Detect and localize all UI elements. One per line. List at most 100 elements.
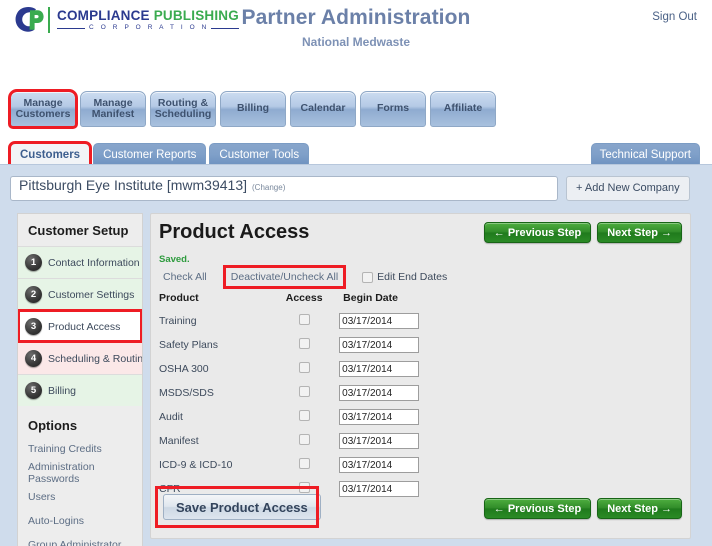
step-label: Scheduling & Routing	[48, 352, 143, 365]
sidebar-option-auto-logins[interactable]: Auto-Logins	[18, 509, 142, 533]
cell-begin-date	[339, 453, 459, 477]
next-step-button-top[interactable]: Next Step →	[597, 222, 682, 243]
cell-begin-date	[339, 309, 459, 333]
save-product-access-button[interactable]: Save Product Access	[163, 494, 321, 520]
column-header-product: Product	[159, 292, 199, 304]
access-checkbox[interactable]	[298, 386, 310, 397]
check-all-link[interactable]: Check All	[159, 269, 211, 285]
cell-begin-date	[339, 357, 459, 381]
table-row: Audit	[159, 405, 459, 429]
cell-product-name: Audit	[159, 411, 183, 423]
table-row: OSHA 300	[159, 357, 459, 381]
access-checkbox[interactable]	[298, 458, 310, 469]
page-subtitle: National Medwaste	[301, 35, 411, 49]
step-number-badge: 1	[25, 254, 42, 271]
sidebar-option-users[interactable]: Users	[18, 485, 142, 509]
cell-product-name: MSDS/SDS	[159, 387, 214, 399]
begin-date-input[interactable]	[339, 433, 420, 449]
edit-end-dates-checkbox[interactable]	[362, 271, 374, 283]
step-nav-top: ← Previous Step Next Step →	[483, 222, 682, 243]
sidebar-step-customer-settings[interactable]: 2 Customer Settings	[18, 278, 142, 310]
add-new-company-button[interactable]: + Add New Company	[566, 175, 690, 201]
step-number-badge: 4	[25, 350, 42, 367]
cell-product-name: ICD-9 & ICD-10	[159, 459, 233, 471]
access-checkbox[interactable]	[298, 434, 310, 445]
begin-date-input[interactable]	[339, 337, 420, 353]
cell-access	[269, 357, 339, 381]
begin-date-input[interactable]	[339, 385, 420, 401]
sidebar-options-title: Options	[28, 418, 78, 433]
cell-access	[269, 333, 339, 357]
bulk-action-row: Check All Deactivate/Uncheck All Edit En…	[159, 265, 447, 289]
main-tab-manage-customers[interactable]: Manage Customers	[8, 89, 78, 129]
main-tab-calendar[interactable]: Calendar	[290, 91, 356, 127]
main-tab-label: Manage Customers	[15, 96, 71, 120]
access-checkbox[interactable]	[298, 314, 310, 325]
table-row: MSDS/SDS	[159, 381, 459, 405]
main-tab-billing[interactable]: Billing	[220, 91, 286, 127]
access-checkbox[interactable]	[298, 410, 310, 421]
begin-date-input[interactable]	[339, 313, 420, 329]
main-tab-label: Billing	[236, 102, 270, 115]
access-checkbox[interactable]	[298, 482, 310, 493]
deactivate-uncheck-all-link[interactable]: Deactivate/Uncheck All	[222, 265, 347, 289]
main-tab-forms[interactable]: Forms	[360, 91, 426, 127]
main-tab-affiliate[interactable]: Affiliate	[430, 91, 496, 127]
sidebar-step-product-access[interactable]: 3 Product Access	[18, 309, 142, 343]
product-access-panel: Product Access ← Previous Step Next Step…	[150, 213, 691, 539]
begin-date-input[interactable]	[339, 481, 420, 497]
sub-tab-bar: Customers Customer Reports Customer Tools	[7, 141, 310, 167]
company-bar: Pittsburgh Eye Institute [mwm39413] (Cha…	[10, 173, 702, 203]
main-tab-label: Calendar	[300, 102, 346, 115]
previous-step-button-top[interactable]: ← Previous Step	[483, 222, 592, 243]
step-number-badge: 2	[25, 286, 42, 303]
previous-step-button-bottom[interactable]: ← Previous Step	[483, 498, 592, 519]
cell-access	[269, 453, 339, 477]
cell-access	[269, 429, 339, 453]
main-tab-routing-scheduling[interactable]: Routing & Scheduling	[150, 91, 216, 127]
company-change-link[interactable]: (Change)	[252, 183, 285, 192]
column-header-access: Access	[285, 292, 323, 304]
sidebar-options-list: Training Credits Administration Passwords…	[18, 437, 142, 546]
sidebar-step-contact-information[interactable]: 1 Contact Information	[18, 246, 142, 278]
save-status-message: Saved.	[159, 254, 190, 265]
sub-tab-customer-reports[interactable]: Customer Reports	[93, 143, 207, 165]
next-step-button-bottom[interactable]: Next Step →	[597, 498, 682, 519]
table-head: Product Access Begin Date	[159, 292, 459, 309]
table-row: Training	[159, 309, 459, 333]
edit-end-dates-label: Edit End Dates	[377, 271, 448, 283]
access-checkbox[interactable]	[298, 338, 310, 349]
sign-out-link[interactable]: Sign Out	[652, 11, 697, 23]
step-label: Product Access	[48, 320, 121, 333]
main-tab-manage-manifest[interactable]: Manage Manifest	[80, 91, 146, 127]
cell-begin-date	[339, 477, 459, 501]
cell-product-name: Safety Plans	[159, 339, 218, 351]
sidebar-setup-title: Customer Setup	[28, 223, 129, 238]
cell-product-name: OSHA 300	[159, 363, 209, 375]
tab-technical-support[interactable]: Technical Support	[590, 143, 700, 165]
sidebar-option-training-credits[interactable]: Training Credits	[18, 437, 142, 461]
sub-tab-label: Customer Tools	[219, 148, 300, 161]
cell-begin-date	[339, 405, 459, 429]
sub-tab-label: Customer Reports	[103, 148, 197, 161]
cell-begin-date	[339, 429, 459, 453]
begin-date-input[interactable]	[339, 409, 420, 425]
sub-tab-customer-tools[interactable]: Customer Tools	[209, 143, 310, 165]
access-checkbox[interactable]	[298, 362, 310, 373]
begin-date-input[interactable]	[339, 457, 420, 473]
table-header-row: Product Access Begin Date	[159, 292, 459, 309]
company-select-field[interactable]: Pittsburgh Eye Institute [mwm39413] (Cha…	[10, 175, 558, 201]
begin-date-input[interactable]	[339, 361, 420, 377]
step-label: Billing	[48, 384, 77, 397]
customer-setup-sidebar: Customer Setup 1 Contact Information 2 Cust…	[17, 213, 143, 546]
page-header: COMPLIANCE PUBLISHING C O R P O R A T I …	[0, 0, 712, 85]
edit-end-dates-control: Edit End Dates	[362, 271, 447, 283]
sidebar-step-scheduling-routing[interactable]: 4 Scheduling & Routing	[18, 342, 142, 374]
column-header-begin-date: Begin Date	[343, 292, 398, 304]
sidebar-step-billing[interactable]: 5 Billing	[18, 374, 142, 406]
company-name: Pittsburgh Eye Institute [mwm39413]	[19, 176, 247, 193]
sidebar-option-administration-passwords[interactable]: Administration Passwords	[18, 461, 142, 485]
sidebar-option-group-administrator[interactable]: Group Administrator	[18, 533, 142, 546]
product-access-table: Product Access Begin Date Training Safety…	[159, 292, 459, 501]
sub-tab-customers[interactable]: Customers	[7, 141, 93, 167]
